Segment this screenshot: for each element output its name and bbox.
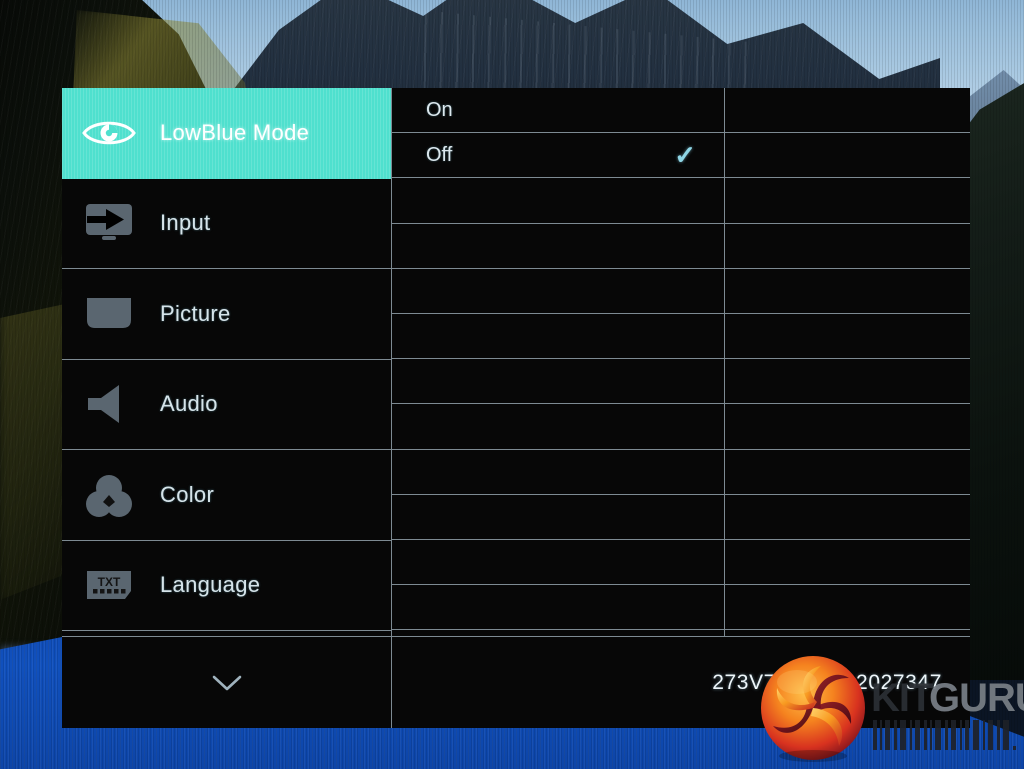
input-icon xyxy=(78,200,140,246)
option-item-off[interactable]: Off ✓ xyxy=(392,133,724,179)
sidebar-item-label: Input xyxy=(160,210,211,236)
submenu-row xyxy=(725,314,970,360)
submenu-row xyxy=(725,404,970,450)
option-item-empty xyxy=(392,404,724,450)
screen: LowBlue Mode Input Picture Audio Color T… xyxy=(0,0,1024,769)
sidebar-item-lowblue-mode[interactable]: LowBlue Mode xyxy=(62,88,391,179)
color-icon xyxy=(78,472,140,518)
option-item-empty xyxy=(392,495,724,540)
option-label: Off xyxy=(426,143,453,166)
submenu-row xyxy=(725,540,970,586)
scroll-down-button[interactable] xyxy=(62,637,392,728)
sidebar-item-input[interactable]: Input xyxy=(62,179,391,269)
sidebar-item-label: Picture xyxy=(160,300,231,326)
option-item-empty xyxy=(392,314,724,360)
sidebar-item-color[interactable]: Color xyxy=(62,450,391,541)
submenu-row xyxy=(725,88,970,134)
sidebar-item-picture[interactable]: Picture xyxy=(62,269,391,360)
osd-model-info: 273V7 SN 1712027347 xyxy=(392,637,970,728)
sidebar-item-label: Color xyxy=(160,481,215,507)
model-serial-text: 273V7 SN 1712027347 xyxy=(712,670,942,694)
submenu-row xyxy=(725,178,970,224)
eye-icon xyxy=(78,110,140,156)
osd-submenu-column xyxy=(725,88,970,636)
audio-icon xyxy=(78,381,140,427)
checkmark-icon: ✓ xyxy=(674,140,696,171)
osd-menu: LowBlue Mode Input Picture Audio Color T… xyxy=(62,88,970,728)
option-label: On xyxy=(426,98,453,121)
osd-body: LowBlue Mode Input Picture Audio Color T… xyxy=(62,88,970,636)
option-item-empty xyxy=(392,585,724,631)
chevron-down-icon xyxy=(212,675,241,690)
submenu-row xyxy=(725,495,970,540)
submenu-row xyxy=(725,585,970,631)
option-item-empty xyxy=(392,450,724,495)
submenu-row xyxy=(725,359,970,405)
txt-icon: TXT xyxy=(78,562,140,608)
osd-option-column: On Off ✓ xyxy=(392,88,725,636)
submenu-row xyxy=(725,133,970,179)
sidebar-item-audio[interactable]: Audio xyxy=(62,360,391,450)
option-item-empty xyxy=(392,178,724,224)
submenu-row xyxy=(725,450,970,495)
picture-icon xyxy=(78,291,140,337)
option-item-empty xyxy=(392,269,724,314)
option-item-empty xyxy=(392,540,724,586)
option-item-empty xyxy=(392,359,724,405)
option-item-empty xyxy=(392,224,724,269)
sidebar-item-label: Audio xyxy=(160,391,218,417)
submenu-row xyxy=(725,269,970,314)
sidebar-item-label: Language xyxy=(160,572,261,598)
submenu-row xyxy=(725,224,970,269)
osd-footer: 273V7 SN 1712027347 xyxy=(62,636,970,728)
sidebar-item-language[interactable]: TXT Language xyxy=(62,541,391,631)
sidebar-item-label: LowBlue Mode xyxy=(160,120,310,146)
option-item-on[interactable]: On xyxy=(392,88,724,134)
svg-text:TXT: TXT xyxy=(98,575,121,589)
osd-category-column: LowBlue Mode Input Picture Audio Color T… xyxy=(62,88,392,636)
